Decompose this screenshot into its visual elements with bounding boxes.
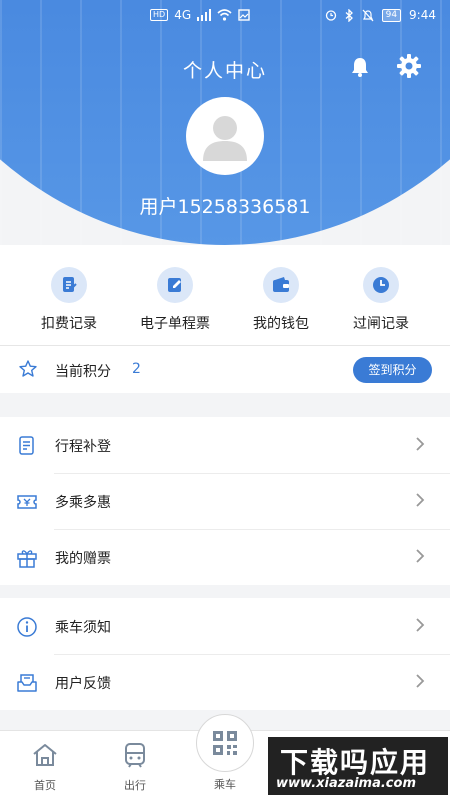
user-silhouette-icon xyxy=(203,116,247,161)
chevron-right-icon xyxy=(416,618,425,632)
quick-action-label: 扣费记录 xyxy=(41,316,97,332)
menu-item-label: 我的赠票 xyxy=(55,551,111,567)
menu-item-label: 行程补登 xyxy=(55,439,111,455)
avatar[interactable] xyxy=(186,97,264,175)
feedback-icon xyxy=(17,674,37,692)
menu-item-my-gift-tickets[interactable]: 我的赠票 xyxy=(0,529,450,585)
menu-item-user-feedback[interactable]: 用户反馈 xyxy=(0,654,450,710)
tab-label: 出行 xyxy=(124,779,146,792)
battery-indicator: 94 xyxy=(381,8,402,22)
page-title: 个人中心 xyxy=(182,60,267,82)
alarm-icon xyxy=(325,10,336,21)
menu-item-label: 多乘多惠 xyxy=(55,495,111,511)
signal-icon xyxy=(197,9,212,21)
status-bar: HD 4G 94 9:44 xyxy=(0,0,450,30)
status-right: 94 9:44 xyxy=(325,8,436,22)
hd-badge: HD xyxy=(150,9,169,21)
chevron-right-icon xyxy=(416,674,425,688)
quick-action-label: 电子单程票 xyxy=(140,316,210,332)
tab-home[interactable]: 首页 xyxy=(10,731,80,793)
document-icon xyxy=(19,436,34,455)
points-label: 当前积分 xyxy=(55,364,111,380)
watermark-logo: 下载吗应用 www.xiazaima.com xyxy=(268,737,448,795)
home-icon xyxy=(33,744,57,766)
clock-icon xyxy=(363,267,399,303)
points-value: 2 xyxy=(132,361,141,377)
profile-header: HD 4G 94 9:44 个人中心 用户15258336581 xyxy=(0,0,450,245)
quick-action-e-ticket[interactable]: 电子单程票 xyxy=(125,267,225,333)
clock-time: 9:44 xyxy=(409,8,436,22)
menu-item-trip-makeup[interactable]: 行程补登 xyxy=(0,417,450,473)
star-icon xyxy=(19,360,37,377)
points-row: 当前积分 2 签到积分 xyxy=(0,345,450,393)
bell-icon[interactable] xyxy=(349,56,371,78)
tab-travel[interactable]: 出行 xyxy=(100,731,170,793)
check-in-points-button[interactable]: 签到积分 xyxy=(353,357,432,383)
quick-action-label: 过闸记录 xyxy=(353,316,409,332)
watermark-url: www.xiazaima.com xyxy=(276,776,416,791)
image-icon xyxy=(238,9,250,21)
wallet-icon xyxy=(263,267,299,303)
quick-action-wallet[interactable]: 我的钱包 xyxy=(231,267,331,333)
chevron-right-icon xyxy=(416,549,425,563)
menu-item-ride-more-save-more[interactable]: 多乘多惠 xyxy=(0,473,450,529)
menu-item-label: 乘车须知 xyxy=(55,620,111,636)
receipt-icon xyxy=(51,267,87,303)
qr-code-icon xyxy=(213,731,237,755)
tab-label: 首页 xyxy=(34,779,56,792)
menu-item-riding-notice[interactable]: 乘车须知 xyxy=(0,598,450,654)
menu-item-label: 用户反馈 xyxy=(55,676,111,692)
quick-action-label: 我的钱包 xyxy=(253,316,309,332)
gift-icon xyxy=(17,550,37,568)
info-icon xyxy=(17,617,37,637)
bluetooth-icon xyxy=(345,8,353,22)
coupon-icon xyxy=(17,495,37,509)
status-left: HD 4G xyxy=(150,8,250,22)
signal-label: 4G xyxy=(174,8,192,22)
username: 用户15258336581 xyxy=(139,196,311,218)
chevron-right-icon xyxy=(416,493,425,507)
quick-action-deduction-records[interactable]: 扣费记录 xyxy=(19,267,119,333)
chevron-right-icon xyxy=(416,437,425,451)
quick-action-gate-records[interactable]: 过闸记录 xyxy=(331,267,431,333)
watermark-text: 下载吗应用 xyxy=(280,746,431,779)
metro-train-icon xyxy=(125,743,145,768)
ticket-edit-icon xyxy=(157,267,193,303)
tab-ride-label: 乘车 xyxy=(214,778,236,791)
menu-group-trips: 行程补登 多乘多惠 我的赠票 xyxy=(0,417,450,585)
wifi-icon xyxy=(217,9,232,21)
mute-icon xyxy=(362,9,374,21)
menu-group-help: 乘车须知 用户反馈 xyxy=(0,598,450,710)
quick-actions: 扣费记录 电子单程票 我的钱包 过闸记录 xyxy=(0,245,450,345)
gear-icon[interactable] xyxy=(396,53,422,79)
ride-qr-button[interactable] xyxy=(196,714,254,772)
